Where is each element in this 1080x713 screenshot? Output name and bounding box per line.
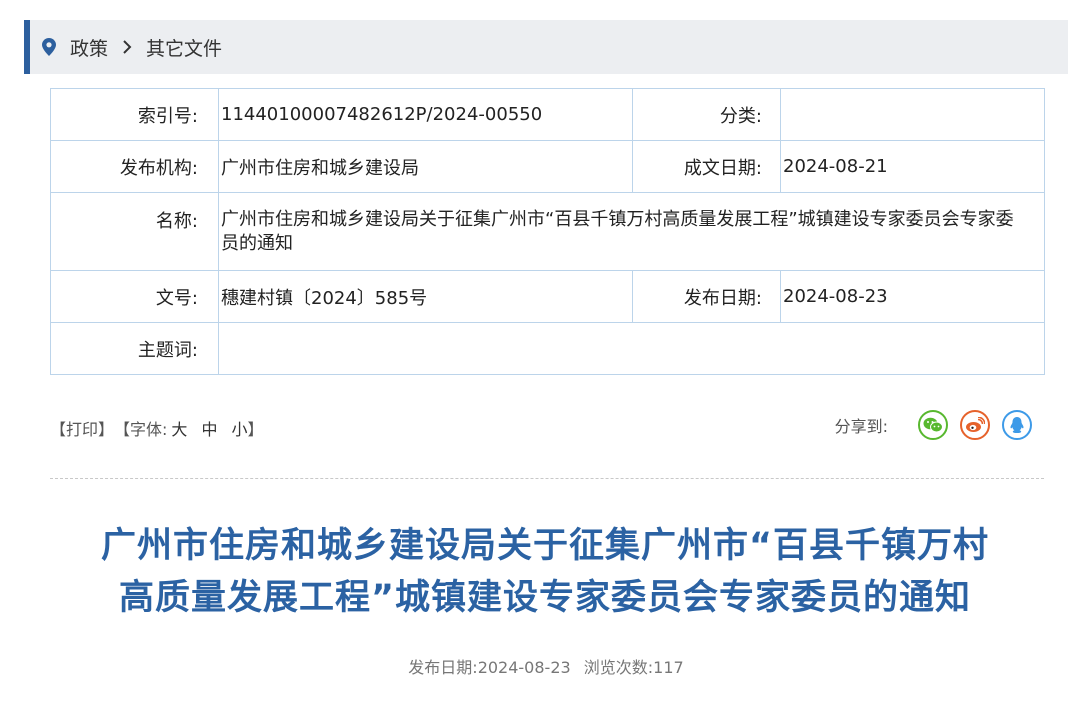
keywords-label: 主题词: (50, 322, 219, 375)
category-label: 分类: (632, 88, 781, 141)
breadcrumb-item-policy[interactable]: 政策 (70, 34, 108, 61)
category-value (780, 88, 1045, 141)
index-label: 索引号: (50, 88, 219, 141)
doc-number-value: 穗建村镇〔2024〕585号 (218, 270, 633, 323)
created-date-value: 2024-08-21 (780, 140, 1045, 193)
share-label: 分享到: (834, 417, 888, 436)
wechat-icon[interactable] (918, 410, 948, 440)
article-meta: 发布日期:2024-08-23 浏览次数:117 (0, 654, 1080, 678)
font-small-link[interactable]: 小 (231, 416, 247, 440)
meta-publish-date: 2024-08-23 (477, 658, 571, 677)
name-value: 广州市住房和城乡建设局关于征集广州市“百县千镇万村高质量发展工程”城镇建设专家委… (218, 192, 1045, 271)
publisher-label: 发布机构: (50, 140, 219, 193)
share-bar: 分享到: (835, 410, 1032, 440)
page-tools: 【打印】 【字体: 大 中 小 】 (50, 416, 263, 440)
created-date-label: 成文日期: (632, 140, 781, 193)
breadcrumb: 政策 其它文件 (24, 20, 1068, 74)
index-value: 11440100007482612P/2024-00550 (218, 88, 633, 141)
chevron-right-icon (122, 40, 132, 54)
document-info-table: 索引号: 11440100007482612P/2024-00550 分类: 发… (50, 88, 1045, 375)
doc-number-label: 文号: (50, 270, 219, 323)
meta-publish-label: 发布日期: (408, 658, 478, 677)
article-title-line-2: 高质量发展工程”城镇建设专家委员会专家委员的通知 (118, 578, 971, 618)
name-label: 名称: (50, 192, 219, 271)
article-title-line-1: 广州市住房和城乡建设局关于征集广州市“百县千镇万村 (100, 526, 989, 566)
meta-views-count: 117 (653, 658, 684, 677)
font-size-suffix: 】 (247, 420, 264, 439)
qq-icon[interactable] (1002, 410, 1032, 440)
keywords-value (218, 322, 1045, 375)
section-divider (50, 478, 1044, 479)
location-pin-icon (42, 38, 56, 56)
weibo-icon[interactable] (960, 410, 990, 440)
publisher-value: 广州市住房和城乡建设局 (218, 140, 633, 193)
font-large-link[interactable]: 大 (171, 416, 187, 440)
meta-views-label: 浏览次数: (583, 658, 654, 677)
font-size-prefix: 【字体: (114, 420, 168, 439)
publish-date-label: 发布日期: (632, 270, 781, 323)
print-link[interactable]: 【打印】 (50, 416, 114, 440)
publish-date-value: 2024-08-23 (780, 270, 1045, 323)
font-medium-link[interactable]: 中 (201, 416, 217, 440)
article-title: 广州市住房和城乡建设局关于征集广州市“百县千镇万村 高质量发展工程”城镇建设专家… (40, 520, 1050, 624)
breadcrumb-item-other-docs[interactable]: 其它文件 (146, 34, 222, 61)
